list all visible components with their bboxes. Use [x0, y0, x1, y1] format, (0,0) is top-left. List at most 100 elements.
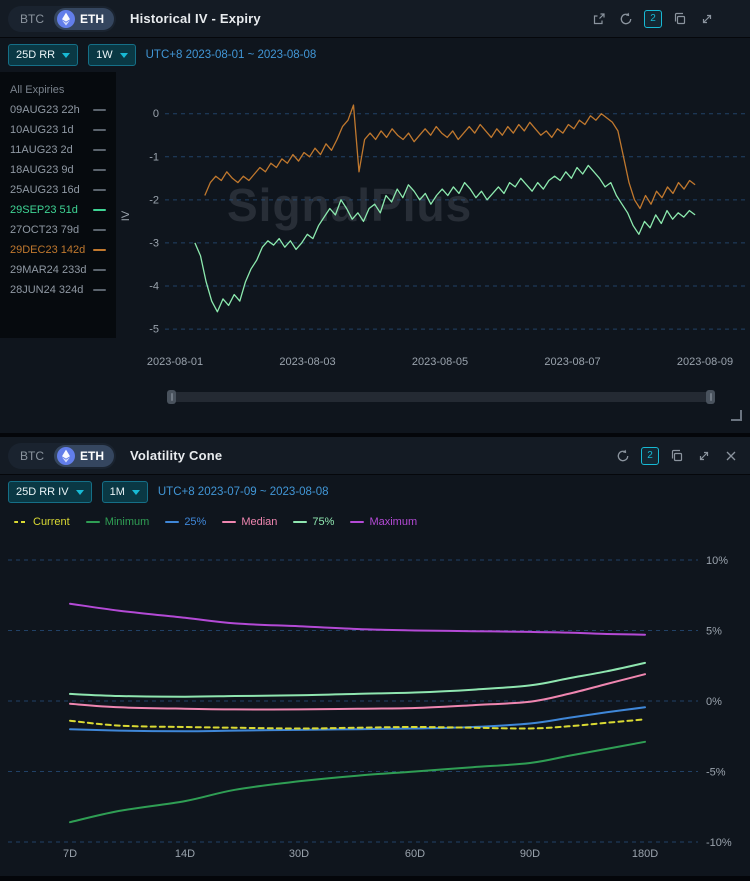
layout-count-badge[interactable]: 2	[641, 447, 659, 465]
series-dash-icon	[93, 269, 106, 271]
metric-dropdown-value: 25D RR IV	[16, 486, 69, 498]
series-dash-icon	[93, 169, 106, 171]
asset-eth-button[interactable]: ETH	[54, 8, 114, 30]
page-title: Historical IV - Expiry	[130, 11, 261, 26]
expiry-list-item[interactable]: 25AUG23 16d	[10, 180, 116, 200]
x-axis-tick-label: 14D	[175, 848, 195, 860]
legend-label: Minimum	[105, 516, 150, 528]
x-axis-tick-label: 2023-08-03	[279, 356, 335, 368]
panel-resize-handle[interactable]	[731, 410, 742, 421]
asset-toggle: BTC ETH	[8, 443, 116, 469]
metric-dropdown-value: 25D RR	[16, 49, 55, 61]
y-axis-title: IV	[120, 210, 132, 221]
x-axis-tick-label: 2023-08-09	[677, 356, 733, 368]
open-in-new-icon[interactable]	[590, 10, 608, 28]
x-axis-tick-label: 180D	[632, 848, 658, 860]
legend-line-icon	[293, 521, 307, 523]
asset-btc-button[interactable]: BTC	[10, 12, 54, 26]
duplicate-icon[interactable]	[668, 447, 686, 465]
expiry-label: 25AUG23 16d	[10, 184, 80, 196]
series-dash-icon	[93, 149, 106, 151]
y-axis-tick-label: -10%	[706, 837, 732, 849]
legend-label: 75%	[312, 516, 334, 528]
panel2-toolbar: 2	[614, 447, 742, 465]
volatility-cone-chart: 10%5%0%-5%-10%7D14D30D60D90D180D	[0, 535, 750, 876]
expiry-list-item[interactable]: All Expiries	[10, 80, 116, 100]
expiry-label: 29DEC23 142d	[10, 244, 85, 256]
legend-line-icon	[14, 521, 28, 523]
expand-icon[interactable]	[698, 10, 716, 28]
expiry-label: 18AUG23 9d	[10, 164, 74, 176]
refresh-icon[interactable]	[617, 10, 635, 28]
metric-dropdown[interactable]: 25D RR	[8, 44, 78, 66]
y-axis-tick-label: -5	[149, 324, 159, 336]
expiry-list-item[interactable]: 18AUG23 9d	[10, 160, 116, 180]
y-axis-tick-label: 0	[153, 108, 159, 120]
legend-item[interactable]: Minimum	[86, 516, 150, 528]
expiry-label: 28JUN24 324d	[10, 284, 83, 296]
x-axis-tick-label: 90D	[520, 848, 540, 860]
expiry-list-item[interactable]: 27OCT23 79d	[10, 220, 116, 240]
expiry-list-item[interactable]: 09AUG23 22h	[10, 100, 116, 120]
interval-dropdown[interactable]: 1M	[102, 481, 148, 503]
refresh-icon[interactable]	[614, 447, 632, 465]
expiry-list-item[interactable]: 28JUN24 324d	[10, 280, 116, 300]
legend-item[interactable]: Median	[222, 516, 277, 528]
legend-line-icon	[86, 521, 100, 523]
legend-item[interactable]: Current	[14, 516, 70, 528]
asset-btc-button[interactable]: BTC	[10, 449, 54, 463]
panel1-controls: 25D RR 1W UTC+8 2023-08-01 ~ 2023-08-08	[0, 38, 750, 72]
expiry-list-item[interactable]: 29SEP23 51d	[10, 200, 116, 220]
series-line	[70, 604, 645, 635]
historical-iv-chart-svg: 0-1-2-3-4-52023-08-012023-08-032023-08-0…	[115, 72, 750, 382]
close-icon[interactable]	[722, 447, 740, 465]
scrollbar-left-handle[interactable]	[167, 390, 176, 404]
legend-label: Maximum	[369, 516, 417, 528]
expiry-label: 11AUG23 2d	[10, 144, 73, 156]
date-range-label: UTC+8 2023-08-01 ~ 2023-08-08	[146, 49, 317, 61]
series-dash-icon	[93, 249, 106, 251]
expiry-list-item[interactable]: 11AUG23 2d	[10, 140, 116, 160]
asset-eth-button[interactable]: ETH	[54, 445, 114, 467]
scrollbar-right-handle[interactable]	[706, 390, 715, 404]
layout-count-badge[interactable]: 2	[644, 10, 662, 28]
time-range-scrollbar[interactable]	[168, 392, 714, 402]
asset-eth-label: ETH	[80, 449, 104, 463]
panel1-toolbar: 2	[590, 10, 742, 28]
series-dash-icon	[93, 229, 106, 231]
expiry-label: 29MAR24 233d	[10, 264, 86, 276]
legend-line-icon	[165, 521, 179, 523]
expiry-label: 10AUG23 1d	[10, 124, 74, 136]
legend-line-icon	[222, 521, 236, 523]
legend-item[interactable]: 75%	[293, 516, 334, 528]
x-axis-tick-label: 7D	[63, 848, 77, 860]
expiry-list-item[interactable]: 29MAR24 233d	[10, 260, 116, 280]
expiry-list-item[interactable]: 29DEC23 142d	[10, 240, 116, 260]
panel1-header: BTC ETH Historical IV - Expiry	[0, 0, 750, 38]
expand-icon[interactable]	[695, 447, 713, 465]
metric-dropdown[interactable]: 25D RR IV	[8, 481, 92, 503]
asset-toggle: BTC ETH	[8, 6, 116, 32]
cone-legend: Current Minimum 25% Median 75% Maximum	[0, 509, 750, 535]
series-dash-icon	[93, 189, 106, 191]
eth-icon	[57, 10, 75, 28]
page-title: Volatility Cone	[130, 448, 222, 463]
x-axis-tick-label: 2023-08-05	[412, 356, 468, 368]
x-axis-tick-label: 30D	[289, 848, 309, 860]
y-axis-tick-label: 5%	[706, 625, 722, 637]
historical-iv-panel: BTC ETH Historical IV - Expiry	[0, 0, 750, 433]
series-line	[70, 719, 645, 728]
expiry-list-item[interactable]: 10AUG23 1d	[10, 120, 116, 140]
interval-dropdown-value: 1W	[96, 49, 113, 61]
interval-dropdown[interactable]: 1W	[88, 44, 136, 66]
duplicate-icon[interactable]	[671, 10, 689, 28]
x-axis-tick-label: 60D	[405, 848, 425, 860]
asset-eth-label: ETH	[80, 12, 104, 26]
series-line	[70, 742, 645, 822]
legend-item[interactable]: 25%	[165, 516, 206, 528]
legend-item[interactable]: Maximum	[350, 516, 417, 528]
y-axis-tick-label: 0%	[706, 696, 722, 708]
date-range-label: UTC+8 2023-07-09 ~ 2023-08-08	[158, 486, 329, 498]
chevron-down-icon	[76, 490, 84, 495]
panel2-controls: 25D RR IV 1M UTC+8 2023-07-09 ~ 2023-08-…	[0, 475, 750, 509]
